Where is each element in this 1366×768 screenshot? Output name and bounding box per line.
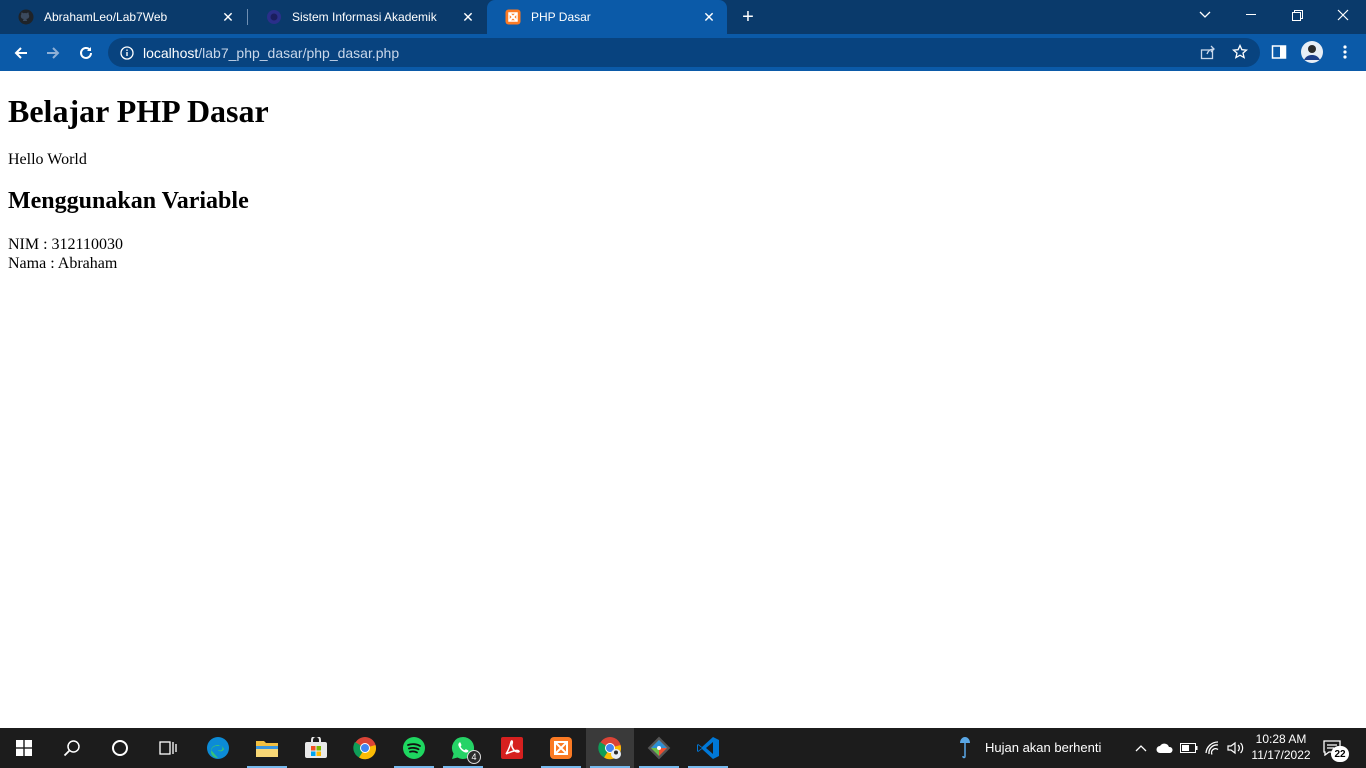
page-heading: Belajar PHP Dasar xyxy=(8,93,269,129)
microsoft-store-icon[interactable] xyxy=(292,728,340,768)
reload-button[interactable] xyxy=(73,40,99,66)
chrome-profile-icon[interactable] xyxy=(586,728,634,768)
taskbar: 4 Hujan akan berhenti 10:28 AM 11/17/202… xyxy=(0,728,1366,768)
file-explorer-icon[interactable] xyxy=(243,728,291,768)
tab-siakad[interactable]: Sistem Informasi Akademik ✕ xyxy=(248,0,486,34)
tab-github[interactable]: AbrahamLeo/Lab7Web ✕ xyxy=(0,0,246,34)
cortana-icon[interactable] xyxy=(96,728,144,768)
tab-strip: AbrahamLeo/Lab7Web ✕ Sistem Informasi Ak… xyxy=(0,0,1366,34)
nama-text: Nama : Abraham xyxy=(8,255,118,272)
tab-title: PHP Dasar xyxy=(531,10,591,24)
windows-start-icon[interactable] xyxy=(0,728,48,768)
tab-title: AbrahamLeo/Lab7Web xyxy=(44,10,168,24)
clock-time: 10:28 AM xyxy=(1255,732,1307,746)
restore-button[interactable] xyxy=(1274,0,1320,30)
weather-umbrella-icon[interactable] xyxy=(955,737,975,759)
wifi-icon[interactable] xyxy=(1203,738,1223,758)
volume-icon[interactable] xyxy=(1226,738,1246,758)
page-content: Belajar PHP Dasar Hello World Menggunaka… xyxy=(0,71,1366,728)
close-tab-icon[interactable]: ✕ xyxy=(699,7,719,27)
tab-title: Sistem Informasi Akademik xyxy=(292,10,437,24)
site-info-icon[interactable] xyxy=(119,45,135,61)
url-host: localhost xyxy=(143,44,199,61)
git-icon[interactable] xyxy=(635,728,683,768)
url-path: /lab7_php_dasar/php_dasar.php xyxy=(198,44,400,61)
bookmark-star-icon[interactable] xyxy=(1228,40,1252,64)
github-icon xyxy=(18,9,34,25)
new-tab-button[interactable]: + xyxy=(736,5,760,29)
task-view-icon[interactable] xyxy=(144,728,192,768)
weather-text[interactable]: Hujan akan berhenti xyxy=(985,740,1101,755)
show-hidden-icons-icon[interactable] xyxy=(1131,738,1151,758)
clock[interactable]: 10:28 AM 11/17/2022 xyxy=(1248,731,1314,763)
browser-toolbar: localhost/lab7_php_dasar/php_dasar.php xyxy=(0,34,1366,71)
forward-button[interactable] xyxy=(40,40,66,66)
whatsapp-icon[interactable]: 4 xyxy=(439,728,487,768)
profile-avatar[interactable] xyxy=(1300,40,1324,64)
xampp-icon[interactable] xyxy=(537,728,585,768)
browser-menu-icon[interactable] xyxy=(1333,40,1357,64)
close-window-button[interactable] xyxy=(1320,0,1366,30)
spotify-icon[interactable] xyxy=(390,728,438,768)
clock-date: 11/17/2022 xyxy=(1251,748,1311,762)
vscode-icon[interactable] xyxy=(684,728,732,768)
url-text: localhost/lab7_php_dasar/php_dasar.php xyxy=(143,45,399,61)
hello-text: Hello World xyxy=(8,151,87,168)
address-bar[interactable]: localhost/lab7_php_dasar/php_dasar.php xyxy=(108,38,1260,67)
whatsapp-unread-badge: 4 xyxy=(467,750,481,764)
tab-php-dasar[interactable]: PHP Dasar ✕ xyxy=(487,0,727,34)
share-icon[interactable] xyxy=(1196,40,1220,64)
campus-logo-icon xyxy=(266,9,282,25)
acrobat-icon[interactable] xyxy=(488,728,536,768)
notification-count-badge: 22 xyxy=(1331,746,1349,762)
xampp-icon xyxy=(505,9,521,25)
nim-text: NIM : 312110030 xyxy=(8,236,123,253)
close-tab-icon[interactable]: ✕ xyxy=(458,7,478,27)
battery-icon[interactable] xyxy=(1179,738,1199,758)
section-heading: Menggunakan Variable xyxy=(8,188,249,214)
chrome-icon[interactable] xyxy=(341,728,389,768)
minimize-button[interactable] xyxy=(1228,0,1274,30)
back-button[interactable] xyxy=(8,40,34,66)
edge-icon[interactable] xyxy=(194,728,242,768)
side-panel-icon[interactable] xyxy=(1267,40,1291,64)
tab-search-button[interactable] xyxy=(1182,0,1228,30)
search-icon[interactable] xyxy=(48,728,96,768)
close-tab-icon[interactable]: ✕ xyxy=(218,7,238,27)
onedrive-icon[interactable] xyxy=(1155,738,1175,758)
